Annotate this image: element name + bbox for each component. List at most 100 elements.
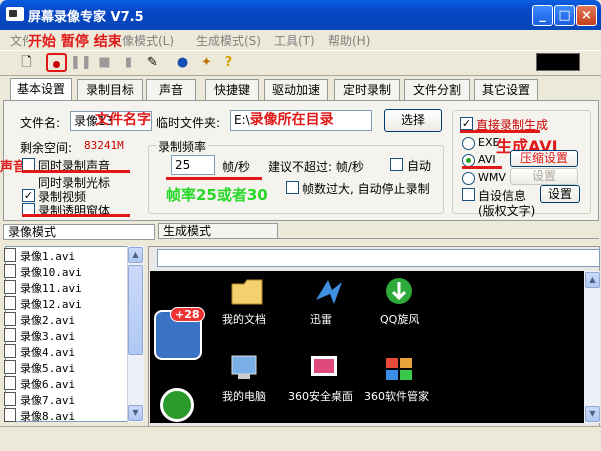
tab-driver-accel[interactable]: 驱动加速	[264, 79, 328, 100]
custom-info-checkbox[interactable]	[462, 188, 475, 201]
tab-generate-mode[interactable]: 生成模式	[158, 223, 278, 239]
new-file-icon[interactable]: 🗋	[16, 53, 37, 72]
pause-icon[interactable]: ❚❚	[70, 53, 92, 72]
filename-label: 文件名:	[20, 116, 61, 130]
maximize-button[interactable]: □	[554, 5, 575, 26]
green-circle-icon	[160, 388, 194, 422]
annotation-underline-transparent	[22, 214, 130, 217]
qq-whirlwind-icon	[382, 276, 416, 310]
tab-other-settings[interactable]: 其它设置	[474, 79, 538, 100]
close-button[interactable]: ×	[576, 5, 597, 26]
record-start-icon[interactable]	[46, 53, 67, 72]
menu-help[interactable]: 帮助(H)	[328, 32, 370, 49]
my-computer-icon	[230, 352, 264, 386]
stop-icon[interactable]: ■	[94, 53, 115, 72]
tab-divider	[278, 238, 599, 239]
desktop-label-qq-whirlwind: QQ旋风	[380, 313, 420, 326]
custom-info-settings-button[interactable]: 设置	[540, 185, 580, 203]
annotation-toolbar: 开始 暂停 结束	[28, 31, 122, 51]
fps-suggest-label: 建议不超过: 帧/秒	[268, 160, 364, 174]
menu-tools[interactable]: 工具(T)	[274, 32, 315, 49]
list-item[interactable]: 录像5.avi	[4, 360, 75, 376]
camera-icon[interactable]: ▮	[118, 53, 139, 72]
auto-fps-checkbox[interactable]	[390, 158, 403, 171]
file-icon	[4, 280, 16, 294]
desktop-label-360-desktop: 360安全桌面	[288, 390, 353, 403]
list-item[interactable]: 录像11.avi	[4, 280, 82, 296]
auto-fps-label: 自动	[407, 159, 432, 173]
file-icon	[4, 392, 16, 406]
scroll-down-icon[interactable]: ▼	[128, 405, 143, 421]
tab-timed-record[interactable]: 定时录制	[334, 79, 400, 100]
360-desktop-icon	[308, 352, 342, 386]
freespace-label: 剩余空间:	[20, 141, 73, 155]
file-icon	[4, 408, 16, 422]
tempdir-input[interactable]: E:\录像所在目录	[230, 110, 372, 131]
list-item[interactable]: 录像12.avi	[4, 296, 82, 312]
file-icon	[4, 376, 16, 390]
list-item[interactable]: 录像8.avi	[4, 408, 75, 424]
file-icon	[4, 312, 16, 326]
notification-badge: +28	[170, 307, 205, 322]
wmv-radio[interactable]	[462, 172, 475, 185]
tab-basic[interactable]: 基本设置	[10, 78, 72, 101]
annotation-underline-avi	[462, 166, 502, 169]
preview-indicator	[536, 53, 580, 71]
browse-button[interactable]: 选择	[384, 109, 442, 132]
annotation-underline-sound	[22, 170, 130, 173]
annotation-folder: 录像所在目录	[249, 112, 334, 128]
help-icon[interactable]: ?	[218, 53, 239, 72]
tempdir-label: 临时文件夹:	[156, 116, 221, 130]
app-camera-icon[interactable]	[6, 7, 24, 21]
tab-record-mode[interactable]: 录像模式	[3, 224, 155, 240]
file-icon	[4, 344, 16, 358]
direct-record-checkbox[interactable]: ✓	[460, 117, 473, 130]
annotation-underline-fps	[166, 177, 262, 180]
list-item[interactable]: 录像10.avi	[4, 264, 82, 280]
tab-file-split[interactable]: 文件分割	[404, 79, 470, 100]
exe-radio[interactable]	[462, 137, 475, 150]
status-bar	[0, 426, 601, 451]
menu-generate-mode[interactable]: 生成模式(S)	[196, 32, 261, 49]
settings-icon[interactable]: ✦	[196, 53, 217, 72]
compress-settings-button[interactable]: 压缩设置	[510, 150, 578, 167]
scroll-thumb[interactable]	[128, 265, 143, 355]
globe-icon[interactable]: ●	[172, 53, 193, 72]
tempdir-value: E:\	[234, 113, 250, 127]
list-item[interactable]: 录像1.avi	[4, 248, 75, 264]
list-item[interactable]: 录像4.avi	[4, 344, 75, 360]
copyright-label: (版权文字)	[478, 204, 536, 218]
fps-stop-checkbox[interactable]	[286, 181, 299, 194]
tab-hotkeys[interactable]: 快捷键	[205, 79, 259, 100]
list-item[interactable]: 录像6.avi	[4, 376, 75, 392]
preview-path-field[interactable]	[157, 249, 600, 267]
freespace-value: 83241M	[84, 139, 124, 152]
annotation-filename: 文件名字	[95, 112, 151, 128]
fps-input[interactable]: 25	[171, 155, 215, 175]
desktop-label-my-documents: 我的文档	[222, 313, 266, 326]
file-icon	[4, 328, 16, 342]
list-item[interactable]: 录像7.avi	[4, 392, 75, 408]
tab-record-target[interactable]: 录制目标	[77, 79, 143, 100]
tab-sound[interactable]: 声音	[146, 79, 196, 100]
desktop-label-xunlei: 迅雷	[310, 313, 332, 326]
wmv-settings-button[interactable]: 设置	[510, 168, 578, 185]
list-item[interactable]: 录像3.avi	[4, 328, 75, 344]
brush-icon[interactable]: ✎	[142, 53, 163, 72]
file-icon	[4, 296, 16, 310]
preview-scrollbar[interactable]	[584, 271, 600, 423]
list-item[interactable]: 录像2.avi	[4, 312, 75, 328]
scroll-up-icon[interactable]: ▲	[128, 247, 143, 263]
desktop-label-my-computer: 我的电脑	[222, 390, 266, 403]
preview-scroll-down-icon[interactable]: ▼	[585, 406, 600, 422]
360-software-manager-icon	[384, 352, 418, 386]
preview-scroll-up-icon[interactable]: ▲	[585, 272, 600, 288]
avi-label: AVI	[478, 153, 496, 166]
file-icon	[4, 264, 16, 278]
annotation-fps: 帧率25或者30	[166, 186, 268, 204]
minimize-button[interactable]: _	[532, 5, 553, 26]
record-video-checkbox[interactable]: ✓	[22, 189, 35, 202]
window-title: 屏幕录像专家 V7.5	[28, 10, 144, 25]
fps-unit-label: 帧/秒	[222, 160, 251, 174]
file-icon	[4, 248, 16, 262]
